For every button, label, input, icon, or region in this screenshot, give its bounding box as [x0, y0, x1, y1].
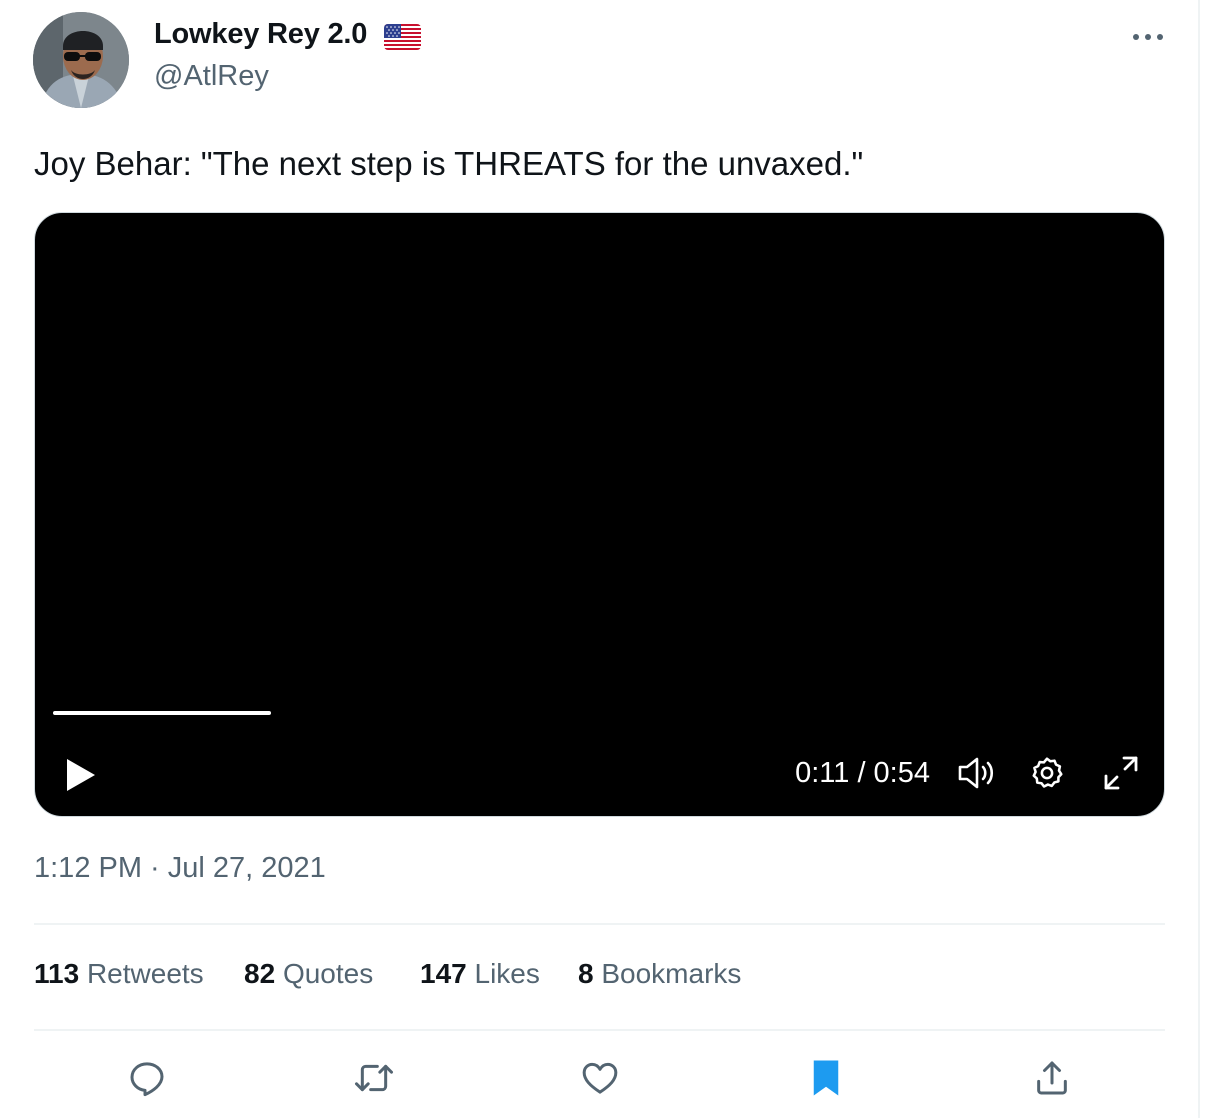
stat-count: 82	[244, 958, 276, 989]
video-time: 0:11 / 0:54	[795, 757, 930, 789]
settings-gear-icon[interactable]	[1029, 755, 1065, 791]
reply-icon[interactable]	[123, 1054, 171, 1102]
display-name[interactable]: Lowkey Rey 2.0	[154, 18, 367, 51]
stat-label: Retweets	[86, 958, 204, 989]
bookmark-icon[interactable]	[802, 1054, 850, 1102]
retweet-icon[interactable]	[350, 1054, 398, 1102]
stat-label: Likes	[474, 958, 540, 989]
bookmarks-stat[interactable]: 8 Bookmarks	[578, 958, 741, 990]
us-flag-icon	[384, 24, 421, 50]
play-icon[interactable]	[63, 757, 99, 793]
tweet-text: Joy Behar: "The next step is THREATS for…	[34, 145, 864, 182]
stat-count: 147	[420, 958, 467, 989]
likes-stat[interactable]: 147 Likes	[420, 958, 540, 990]
stat-count: 8	[578, 958, 594, 989]
share-icon[interactable]	[1028, 1054, 1076, 1102]
tweet-timestamp[interactable]: 1:12 PM · Jul 27, 2021	[34, 852, 326, 885]
video-player[interactable]: 0:11 / 0:54	[34, 212, 1165, 817]
fullscreen-icon[interactable]	[1101, 753, 1141, 793]
like-icon[interactable]	[576, 1054, 624, 1102]
volume-icon[interactable]	[957, 755, 997, 791]
quotes-stat[interactable]: 82 Quotes	[244, 958, 373, 990]
avatar[interactable]	[33, 12, 129, 108]
user-handle[interactable]: @AtlRey	[154, 60, 269, 93]
retweets-stat[interactable]: 113 Retweets	[34, 958, 204, 990]
divider	[34, 1029, 1165, 1031]
divider	[34, 923, 1165, 925]
timeline-border	[1198, 0, 1200, 1118]
stat-label: Quotes	[282, 958, 374, 989]
stat-count: 113	[34, 958, 80, 989]
video-progress-fill	[53, 711, 272, 715]
more-options-icon[interactable]	[1128, 22, 1168, 52]
stat-label: Bookmarks	[601, 958, 742, 989]
video-progress-bar[interactable]	[53, 711, 1145, 715]
